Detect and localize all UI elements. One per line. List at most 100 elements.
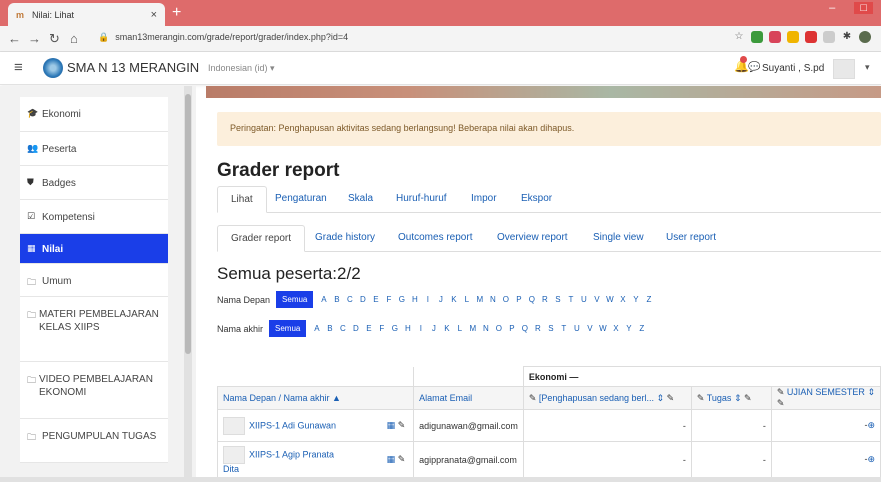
- first-name-all-button[interactable]: Semua: [276, 291, 314, 308]
- grade-cell[interactable]: -: [522, 441, 692, 478]
- drawer-scrollbar[interactable]: [184, 86, 192, 482]
- student-name-cell[interactable]: XIIPS-1 Agip Pranata Dita: [216, 441, 382, 478]
- first-name-letter[interactable]: M: [473, 292, 486, 307]
- sidebar-item-nilai[interactable]: ▦ Nilai: [20, 234, 168, 264]
- sidebar-item-ekonomi[interactable]: 🎓 Ekonomi: [20, 97, 168, 132]
- menu-icon[interactable]: ≡: [14, 59, 23, 76]
- puzzle-icon[interactable]: ✱: [841, 31, 853, 43]
- avatar[interactable]: [833, 59, 855, 79]
- extension-icon[interactable]: [823, 31, 835, 43]
- ujian-column-header[interactable]: ✎ UJIAN SEMESTER ⇕ ✎: [770, 386, 881, 410]
- tab-impor[interactable]: Impor: [471, 186, 497, 213]
- extension-icon[interactable]: [751, 31, 763, 43]
- category-header[interactable]: Ekonomi —: [522, 366, 881, 387]
- first-name-letter[interactable]: H: [408, 292, 421, 307]
- tab-grader-report[interactable]: Grader report: [217, 225, 306, 252]
- last-name-letter[interactable]: K: [440, 321, 453, 336]
- last-name-letter[interactable]: S: [544, 321, 557, 336]
- sort-icon[interactable]: ⇕: [867, 387, 875, 397]
- pencil-icon[interactable]: ✎: [667, 393, 675, 403]
- first-name-letter[interactable]: R: [538, 292, 551, 307]
- sort-icon[interactable]: ⇕: [734, 393, 742, 403]
- first-name-letter[interactable]: K: [447, 292, 460, 307]
- last-name-letter[interactable]: J: [427, 321, 440, 336]
- last-name-letter[interactable]: O: [492, 321, 505, 336]
- first-name-letter[interactable]: A: [317, 292, 330, 307]
- grade-cell[interactable]: -: [522, 409, 692, 442]
- first-name-letter[interactable]: Q: [525, 292, 538, 307]
- first-name-letter[interactable]: J: [434, 292, 447, 307]
- sidebar-item-video[interactable]: 🗀 VIDEO PEMBELAJARAN EKONOMI: [20, 362, 168, 419]
- last-name-letter[interactable]: Q: [518, 321, 531, 336]
- first-name-letter[interactable]: N: [486, 292, 499, 307]
- tab-skala[interactable]: Skala: [348, 186, 373, 213]
- first-name-letter[interactable]: B: [330, 292, 343, 307]
- tab-lihat[interactable]: Lihat: [217, 186, 267, 213]
- grid-icon[interactable]: ▦: [387, 420, 396, 430]
- chat-icon[interactable]: 💬: [748, 62, 760, 73]
- tab-pengaturan[interactable]: Pengaturan: [275, 186, 327, 213]
- last-name-letter[interactable]: I: [414, 321, 427, 336]
- profile-icon[interactable]: [859, 31, 871, 43]
- tab-grade-history[interactable]: Grade history: [315, 225, 375, 252]
- sidebar-item-materi[interactable]: 🗀 MATERI PEMBELAJARAN KELAS XIIPS: [20, 297, 168, 362]
- close-tab-icon[interactable]: ×: [151, 9, 157, 21]
- user-name[interactable]: Suyanti , S.pd: [762, 63, 824, 74]
- home-icon[interactable]: ⌂: [70, 31, 78, 46]
- last-name-letter[interactable]: A: [310, 321, 323, 336]
- last-name-letter[interactable]: X: [609, 321, 622, 336]
- first-name-letter[interactable]: F: [382, 292, 395, 307]
- name-column-header[interactable]: Nama Depan / Nama akhir ▲: [216, 386, 415, 410]
- scrollbar-thumb[interactable]: [185, 94, 191, 354]
- last-name-letter[interactable]: B: [323, 321, 336, 336]
- star-icon[interactable]: ☆: [733, 31, 745, 43]
- sidebar-item-umum[interactable]: 🗀 Umum: [20, 264, 168, 297]
- grade-cell[interactable]: -⊕: [770, 441, 881, 478]
- email-column-header[interactable]: Alamat Email: [413, 386, 524, 410]
- first-name-letter[interactable]: G: [395, 292, 408, 307]
- url-field[interactable]: 🔒 sman13merangin.com/grade/report/grader/…: [98, 32, 348, 43]
- tab-overview-report[interactable]: Overview report: [497, 225, 568, 252]
- language-menu[interactable]: Indonesian (id) ▾: [208, 63, 275, 74]
- grade-cell[interactable]: -: [690, 441, 772, 478]
- first-name-letter[interactable]: Y: [629, 292, 642, 307]
- last-name-letter[interactable]: E: [362, 321, 375, 336]
- grid-icon[interactable]: ▦: [387, 454, 396, 464]
- last-name-letter[interactable]: H: [401, 321, 414, 336]
- tab-ekspor[interactable]: Ekspor: [521, 186, 552, 213]
- last-name-letter[interactable]: Y: [622, 321, 635, 336]
- last-name-letter[interactable]: R: [531, 321, 544, 336]
- last-name-letter[interactable]: P: [505, 321, 518, 336]
- first-name-letter[interactable]: Z: [642, 292, 655, 307]
- student-name-cell[interactable]: XIIPS-1 Adi Gunawan: [216, 409, 382, 442]
- first-name-letter[interactable]: W: [603, 292, 616, 307]
- first-name-letter[interactable]: E: [369, 292, 382, 307]
- first-name-letter[interactable]: P: [512, 292, 525, 307]
- extension-icon[interactable]: [805, 31, 817, 43]
- extension-icon[interactable]: [769, 31, 781, 43]
- zoom-icon[interactable]: ⊕: [867, 454, 875, 464]
- tab-outcomes-report[interactable]: Outcomes report: [398, 225, 472, 252]
- first-name-letter[interactable]: L: [460, 292, 473, 307]
- sidebar-item-pengumpulan[interactable]: 🗀 PENGUMPULAN TUGAS: [20, 419, 168, 463]
- first-name-letter[interactable]: T: [564, 292, 577, 307]
- grade-cell[interactable]: -⊕: [770, 409, 881, 442]
- item1-column-header[interactable]: ✎ [Penghapusan sedang berl... ⇕ ✎: [522, 386, 692, 410]
- pencil-icon[interactable]: ✎: [744, 393, 752, 403]
- first-name-letter[interactable]: D: [356, 292, 369, 307]
- back-icon[interactable]: ←: [8, 31, 21, 46]
- new-tab-icon[interactable]: +: [172, 4, 181, 22]
- pencil-icon[interactable]: ✎: [777, 398, 785, 408]
- last-name-letter[interactable]: G: [388, 321, 401, 336]
- sidebar-item-badges[interactable]: ⛊ Badges: [20, 166, 168, 200]
- last-name-letter[interactable]: N: [479, 321, 492, 336]
- tab-huruf-huruf[interactable]: Huruf-huruf: [396, 186, 447, 213]
- tugas-column-header[interactable]: ✎ Tugas ⇕ ✎: [690, 386, 772, 410]
- first-name-letter[interactable]: S: [551, 292, 564, 307]
- last-name-letter[interactable]: W: [596, 321, 609, 336]
- first-name-letter[interactable]: I: [421, 292, 434, 307]
- last-name-all-button[interactable]: Semua: [269, 320, 307, 337]
- first-name-letter[interactable]: O: [499, 292, 512, 307]
- horizontal-scrollbar[interactable]: [0, 477, 881, 482]
- first-name-letter[interactable]: V: [590, 292, 603, 307]
